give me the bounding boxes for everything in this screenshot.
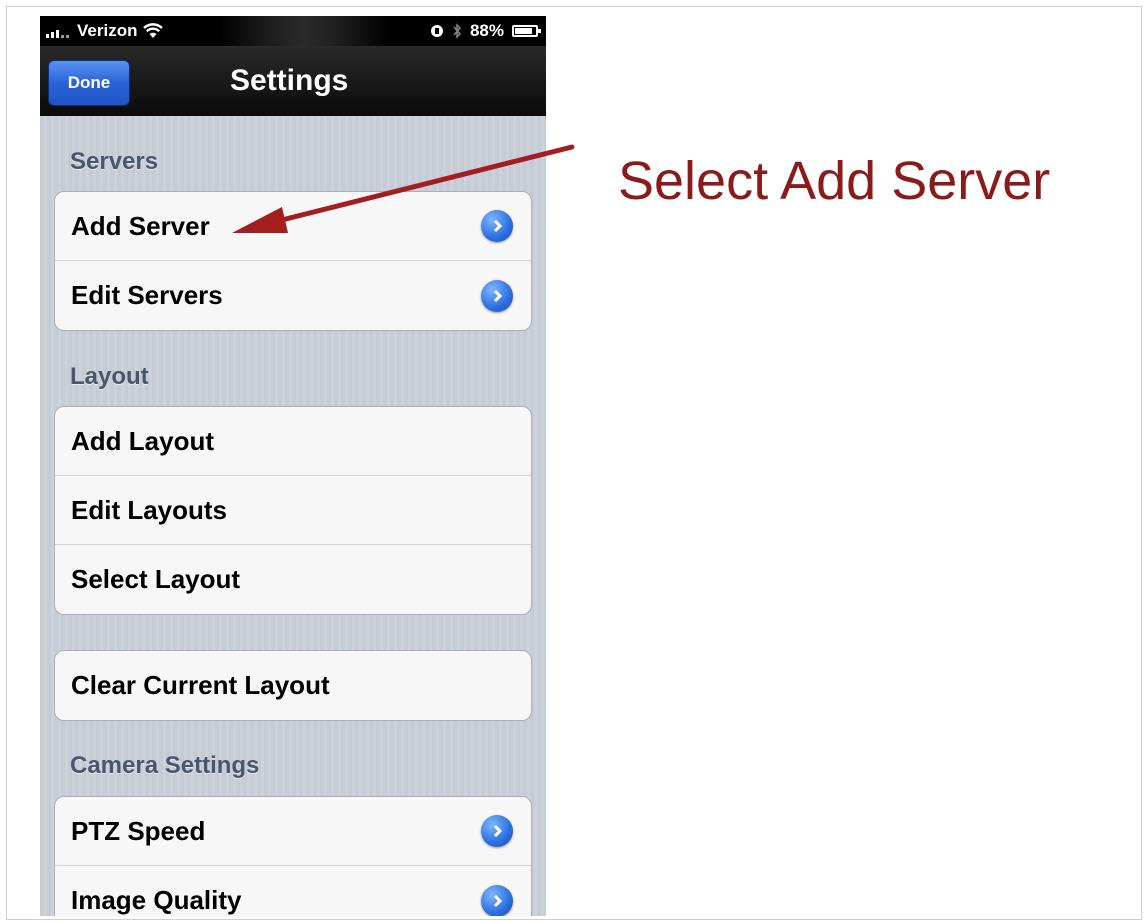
annotation-text: Select Add Server (618, 151, 1051, 211)
arrow-icon (232, 144, 575, 233)
